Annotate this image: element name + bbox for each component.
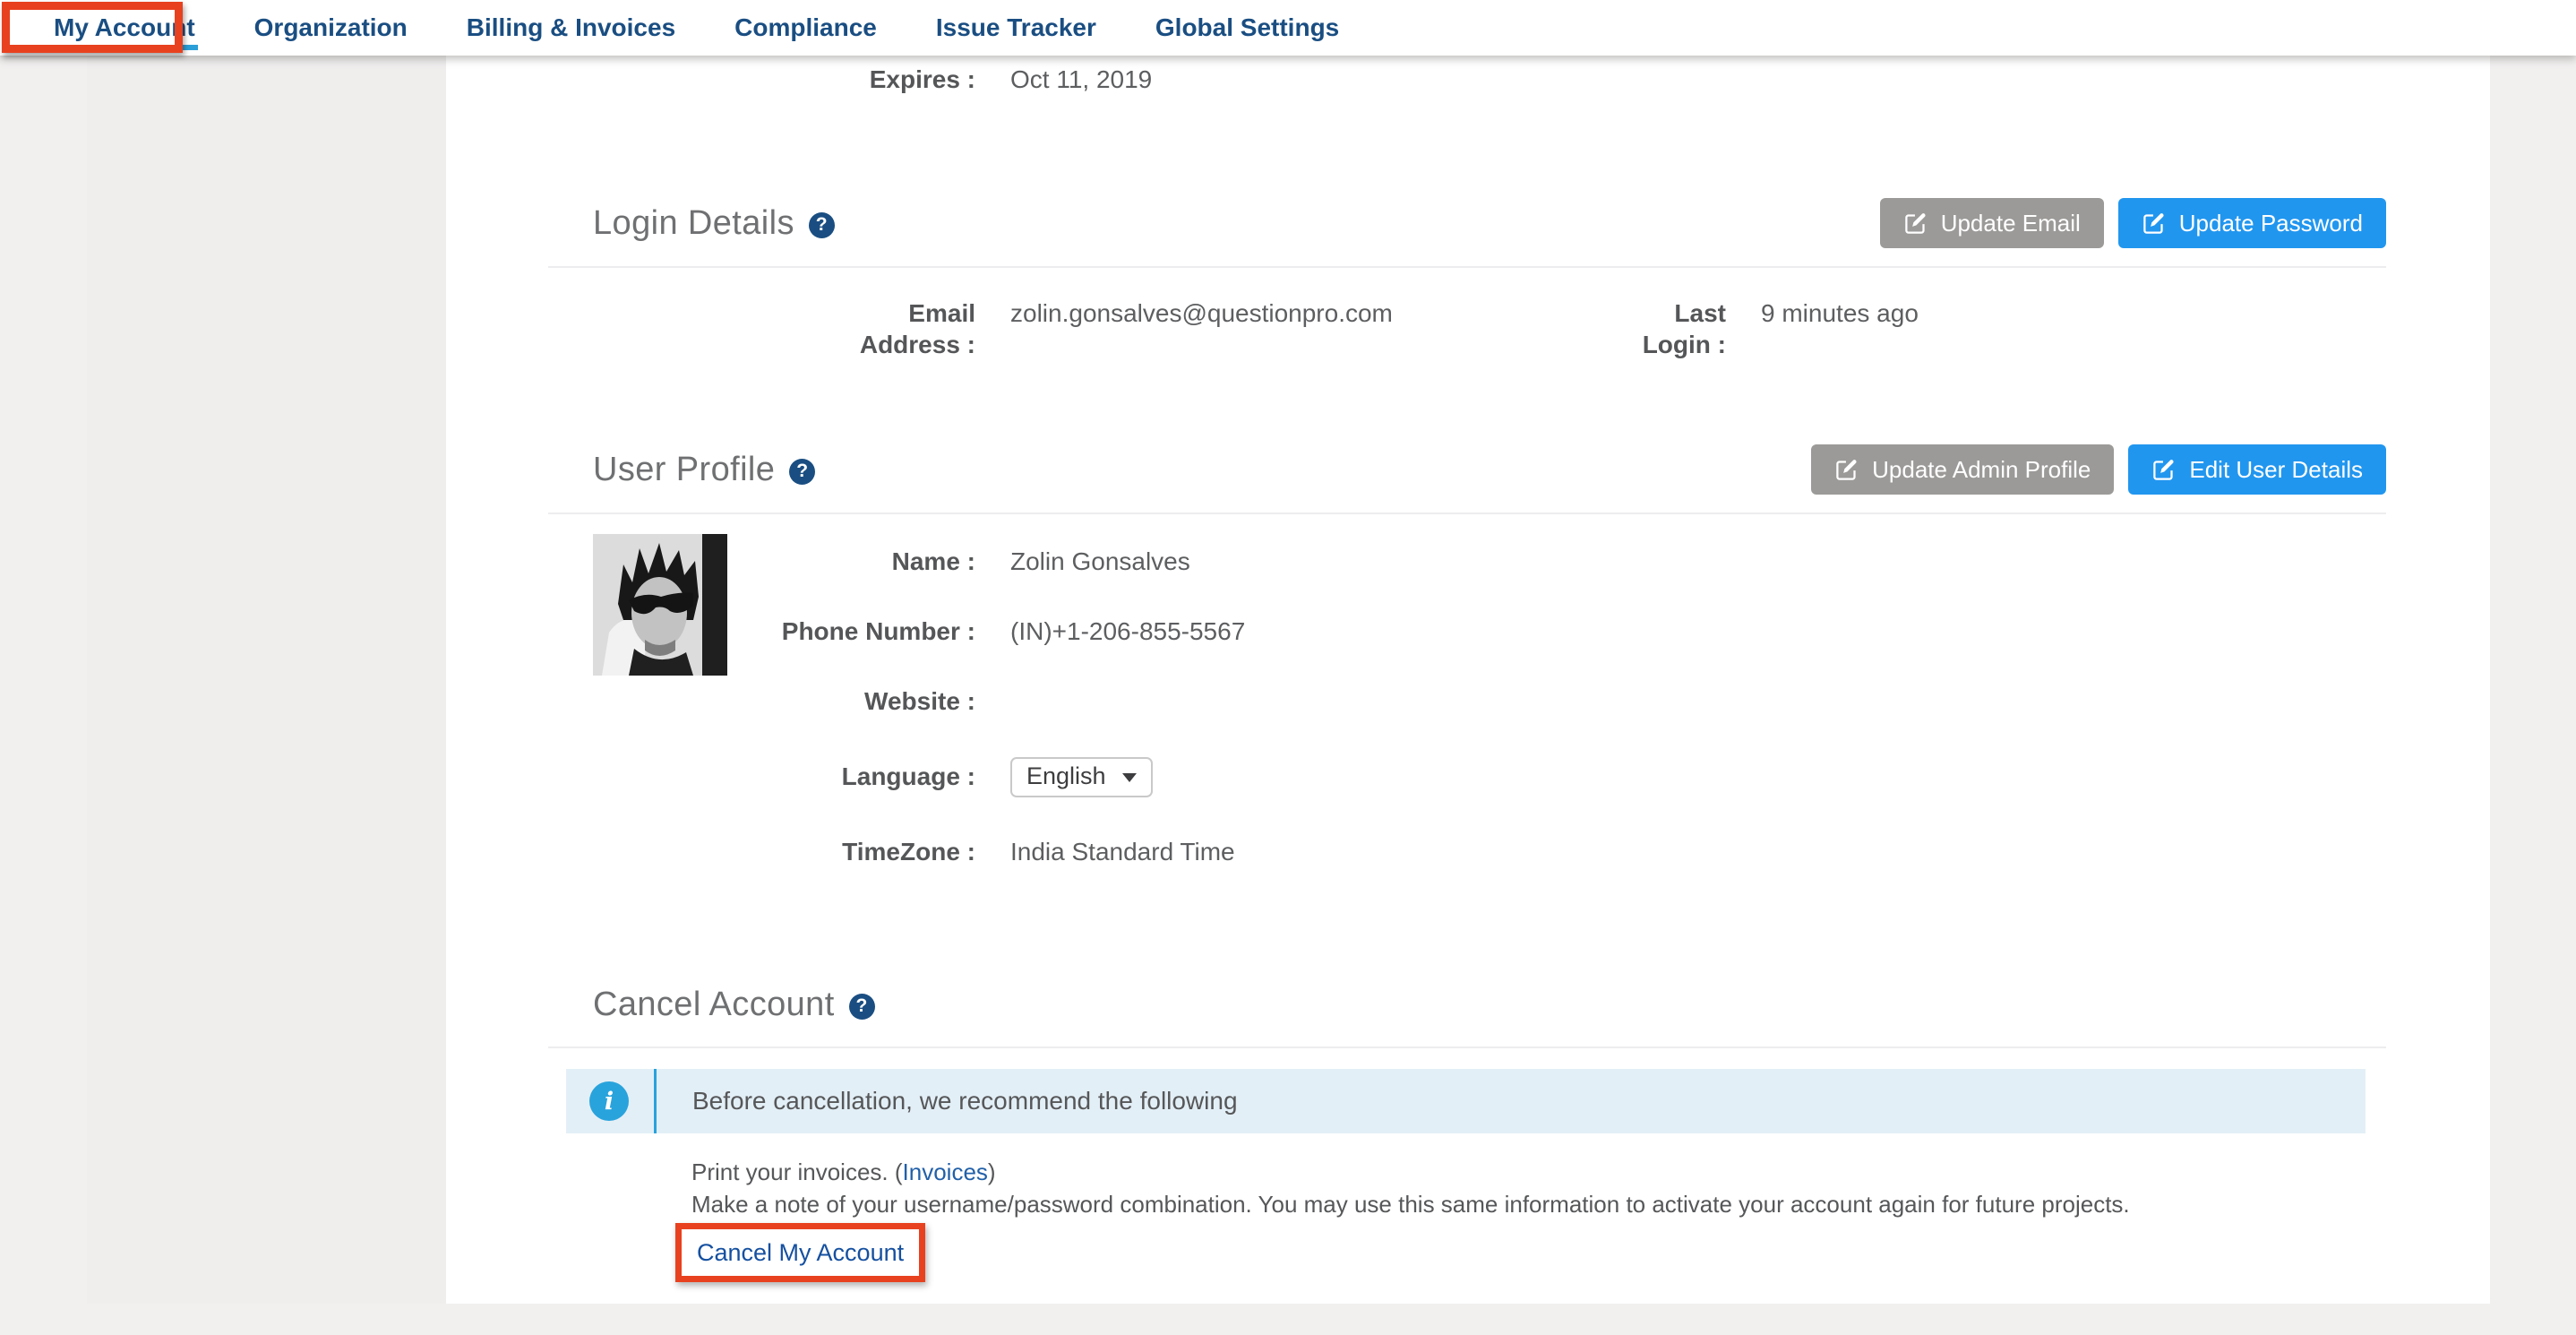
phone-value: (IN)+1-206-855-5567 — [1010, 617, 2386, 646]
print-invoices-line: Print your invoices. (Invoices) — [691, 1157, 2386, 1187]
tab-my-account[interactable]: My Account — [54, 13, 195, 42]
edit-user-details-button[interactable]: Edit User Details — [2128, 444, 2386, 495]
user-profile-fields: Name : Zolin Gonsalves Phone Number : (I… — [727, 534, 2386, 907]
cancel-account-header: Cancel Account ? — [548, 978, 2386, 1030]
timezone-row: TimeZone : India Standard Time — [727, 837, 2386, 867]
update-admin-profile-button[interactable]: Update Admin Profile — [1811, 444, 2114, 495]
name-row: Name : Zolin Gonsalves — [727, 547, 2386, 577]
question-circle-icon[interactable]: ? — [789, 459, 815, 485]
red-annotation-box-cancel: Cancel My Account — [675, 1223, 925, 1282]
tab-issue-tracker[interactable]: Issue Tracker — [936, 13, 1096, 42]
phone-label: Phone Number : — [727, 617, 975, 646]
tab-billing-invoices[interactable]: Billing & Invoices — [467, 13, 675, 42]
active-tab-underline — [51, 45, 198, 50]
phone-row: Phone Number : (IN)+1-206-855-5567 — [727, 616, 2386, 647]
website-row: Website : — [727, 686, 2386, 717]
content-card: Expires : Oct 11, 2019 Login Details ? U… — [87, 56, 2490, 1304]
name-value: Zolin Gonsalves — [1010, 547, 2386, 576]
language-dropdown[interactable]: English — [1010, 757, 1153, 797]
account-settings-screen: My Account Organization Billing & Invoic… — [0, 0, 2576, 1335]
user-profile-header: User Profile ? Update Admin Profile — [548, 444, 2386, 495]
pencil-square-icon — [2142, 211, 2166, 236]
license-expires-row: Expires : Oct 11, 2019 — [548, 65, 2386, 95]
avatar-image — [593, 534, 727, 676]
cancel-account-title: Cancel Account — [593, 986, 835, 1024]
last-login-label: Last Login : — [1583, 297, 1726, 360]
avatar — [593, 534, 727, 676]
tab-organization[interactable]: Organization — [254, 13, 408, 42]
cancel-my-account-link[interactable]: Cancel My Account — [697, 1239, 904, 1266]
main-content: Expires : Oct 11, 2019 Login Details ? U… — [446, 56, 2490, 1304]
user-profile-body: Name : Zolin Gonsalves Phone Number : (I… — [548, 534, 2386, 907]
section-divider — [548, 512, 2386, 514]
invoices-link[interactable]: Invoices — [903, 1158, 988, 1185]
pencil-square-icon — [1834, 458, 1859, 482]
cancellation-instructions: Print your invoices. (Invoices) Make a n… — [691, 1157, 2386, 1282]
tab-compliance[interactable]: Compliance — [734, 13, 877, 42]
language-label: Language : — [727, 762, 975, 791]
website-label: Website : — [727, 687, 975, 716]
top-navigation: My Account Organization Billing & Invoic… — [0, 0, 2576, 56]
tab-global-settings[interactable]: Global Settings — [1155, 13, 1339, 42]
info-circle-icon: i — [589, 1081, 629, 1121]
pencil-square-icon — [2151, 458, 2176, 482]
language-dropdown-value: English — [1026, 762, 1106, 790]
name-label: Name : — [727, 547, 975, 576]
login-details-fields: Email Address : zolin.gonsalves@question… — [548, 297, 2386, 360]
last-login-value: 9 minutes ago — [1761, 297, 2386, 360]
tab-my-account-label: My Account — [54, 13, 195, 41]
timezone-value: India Standard Time — [1010, 838, 2386, 866]
question-circle-icon[interactable]: ? — [809, 212, 835, 238]
question-circle-icon[interactable]: ? — [849, 994, 875, 1020]
left-sidebar — [87, 56, 446, 1304]
section-divider — [548, 266, 2386, 268]
email-address-value: zolin.gonsalves@questionpro.com — [1010, 297, 1548, 360]
pencil-square-icon — [1903, 211, 1928, 236]
update-password-button[interactable]: Update Password — [2118, 198, 2386, 248]
expires-label: Expires : — [548, 65, 975, 95]
caret-down-icon — [1122, 773, 1137, 782]
expires-value: Oct 11, 2019 — [1010, 65, 2386, 95]
user-profile-title: User Profile — [593, 451, 775, 489]
email-address-label: Email Address : — [548, 297, 975, 360]
banner-text: Before cancellation, we recommend the fo… — [692, 1087, 1238, 1115]
login-details-title: Login Details — [593, 204, 794, 243]
section-divider — [548, 1046, 2386, 1048]
banner-divider — [654, 1069, 657, 1133]
cancellation-info-banner: i Before cancellation, we recommend the … — [566, 1069, 2366, 1133]
timezone-label: TimeZone : — [727, 838, 975, 866]
username-password-note: Make a note of your username/password co… — [691, 1189, 2386, 1219]
language-row: Language : English — [727, 756, 2386, 797]
update-email-button[interactable]: Update Email — [1880, 198, 2104, 248]
login-details-header: Login Details ? Update Email — [548, 197, 2386, 249]
